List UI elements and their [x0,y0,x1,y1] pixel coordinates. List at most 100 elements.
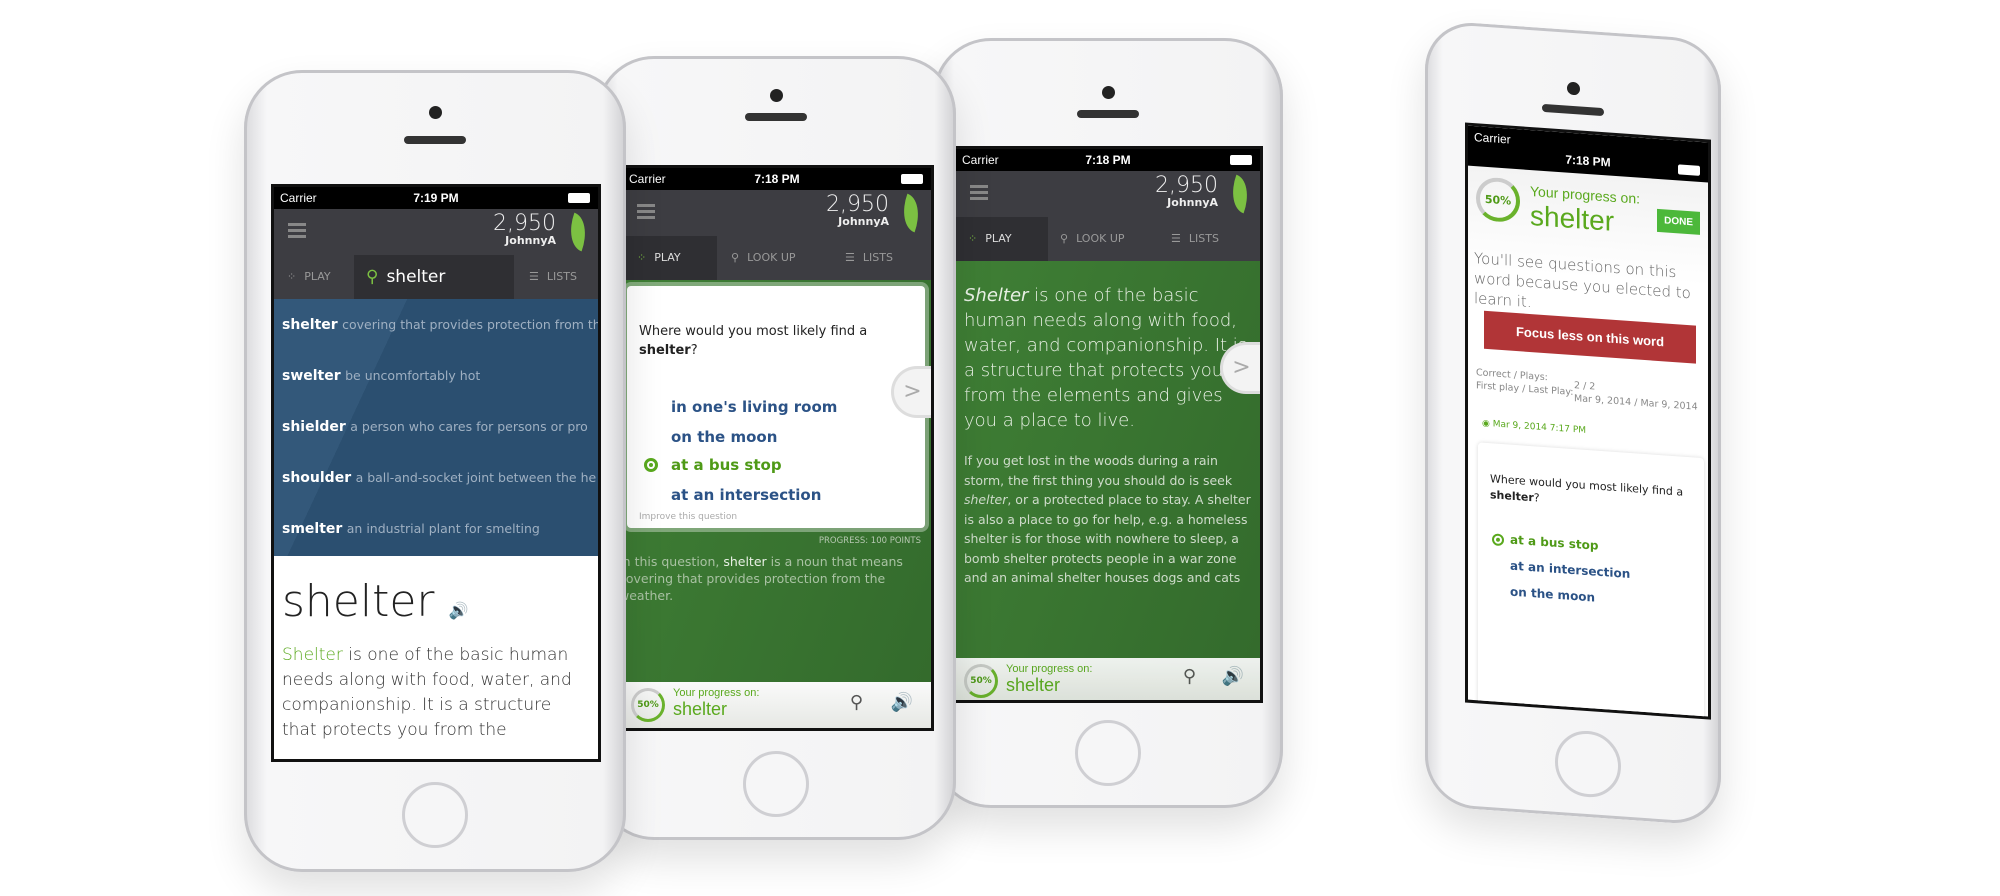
tab-lists[interactable]: ☰ LISTS [845,236,893,280]
header: 2,950 JohnnyA [274,209,598,255]
explanation-pre: In this question, [620,554,724,569]
score-value: 2,950 [1155,173,1218,198]
answer-option[interactable]: on the moon [671,428,777,446]
clock: 7:19 PM [413,191,459,205]
question-pre: Where would you most likely find a [639,324,868,339]
tab-lists[interactable]: ☰ LISTS [529,255,577,299]
question-word: shelter [639,343,691,358]
camera [429,106,442,119]
list-icon: ☰ [529,270,539,283]
answer-option[interactable]: at an intersection [671,486,821,504]
score: 2,950 JohnnyA [493,213,556,247]
result-word: swelter [282,368,341,384]
tab-play[interactable]: ⁘ PLAY [287,255,331,299]
username: JohnnyA [505,234,556,247]
search-results: shelter covering that provides protectio… [274,299,598,556]
search-result-row[interactable]: shoulder a ball-and-socket joint between… [274,452,598,503]
carrier: Carrier [1474,130,1511,147]
question-post: ? [690,343,698,358]
play-icon: ⁘ [968,232,978,245]
score: 2,950 JohnnyA [1155,175,1218,209]
question-post: ? [1533,491,1540,505]
search-result-row[interactable]: shelter covering that provides protectio… [274,299,598,350]
menu-icon[interactable] [970,185,988,201]
status-bar: Carrier 7:18 PM [623,168,931,190]
tab-bar: ⁘ PLAY ⚲ LOOK UP ☰ LISTS [623,236,931,280]
improve-link[interactable]: Improve this question [639,512,737,522]
tab-lookup[interactable]: ⚲ LOOK UP [1060,217,1125,261]
speaker-icon[interactable]: 🔊 [1222,666,1244,687]
home-button [402,782,468,848]
explanation-word: shelter [723,554,767,569]
check-icon: ◉ [1482,418,1493,430]
progress-word: shelter [1006,675,1061,695]
progress-ring: 50% [1476,176,1520,224]
menu-icon[interactable] [637,204,655,220]
tab-play[interactable]: ⁘ PLAY [956,217,1048,261]
result-word: shielder [282,419,346,435]
search-icon[interactable]: ⚲ [1183,666,1196,687]
history-date: ◉ Mar 9, 2014 7:17 PM [1482,419,1586,436]
leaf-icon [895,193,927,233]
lead-text: is one of the basic human needs along wi… [964,285,1248,431]
lead-paragraph: Shelter is one of the basic human needs … [964,283,1252,433]
battery-icon [1678,164,1700,176]
history-question-card: Where would you most likely find a shelt… [1478,442,1704,720]
progress-label: Your progress on: [1006,663,1093,675]
question-word: shelter [1490,488,1534,505]
speaker-icon[interactable]: 🔊 [449,601,469,620]
camera [1567,81,1580,96]
result-definition: a person who cares for persons or pro [350,419,588,434]
answer-option: at an intersection [1510,558,1631,582]
selected-radio-icon [644,458,658,472]
answer-option-correct[interactable]: at a bus stop [671,456,782,474]
leaf-icon [562,212,594,252]
tab-label: PLAY [654,251,681,264]
search-result-row[interactable]: shielder a person who cares for persons … [274,401,598,452]
answer-option[interactable]: in one's living room [671,398,837,416]
username: JohnnyA [838,215,889,228]
tab-label: PLAY [985,232,1012,245]
speaker-grille [1542,103,1604,117]
progress-bar[interactable]: 50% Your progress on: shelter ⚲ 🔊 [956,658,1260,700]
tab-play[interactable]: ⁘ PLAY [623,236,717,280]
tab-lists[interactable]: ☰ LISTS [1171,217,1219,261]
screen: Carrier 7:18 PM 2,950 JohnnyA ⁘ PLAY ⚲ LOOK … [953,146,1263,703]
camera [1102,86,1115,99]
lead-word: Shelter [964,285,1029,306]
score: 2,950 JohnnyA [826,194,889,228]
search-icon[interactable]: ⚲ [850,692,863,713]
reading-area: Shelter is one of the basic human needs … [956,261,1260,700]
done-button[interactable]: DONE [1657,208,1700,235]
status-bar: Carrier 7:19 PM [274,187,598,209]
speaker-icon[interactable]: 🔊 [891,692,913,713]
screen: Carrier 7:19 PM 2,950 JohnnyA ⁘ PLAY ⚲ shelt… [271,184,601,762]
clock: 7:18 PM [754,172,800,186]
home-button [1075,720,1141,786]
speaker-grille [745,113,807,121]
play-icon: ⁘ [637,251,647,264]
tab-label: PLAY [304,270,331,283]
progress-bar[interactable]: 50% Your progress on: shelter ⚲ 🔊 [623,682,931,728]
play-icon: ⁘ [287,270,297,283]
progress-label: Your progress on: [673,687,760,699]
result-definition: an industrial plant for smelting [346,521,540,536]
battery-icon [568,193,590,203]
phone-quiz: Carrier 7:18 PM 2,950 JohnnyA ⁘ PLAY ⚲ LOOK … [596,56,956,840]
selected-radio-icon [1492,533,1504,547]
tab-lookup[interactable]: ⚲ LOOK UP [731,236,796,280]
camera [770,89,783,102]
search-result-row[interactable]: swelter be uncomfortably hot [274,350,598,401]
speaker-grille [404,136,466,144]
question-text: Where would you most likely find a shelt… [1490,471,1690,517]
header: 2,950 JohnnyA [623,190,931,236]
result-word: shoulder [282,470,352,486]
phone-reading: Carrier 7:18 PM 2,950 JohnnyA ⁘ PLAY ⚲ LOOK … [933,38,1283,808]
menu-icon[interactable] [288,223,306,239]
explanation: In this question, shelter is a noun that… [620,553,909,604]
score-value: 2,950 [493,211,556,236]
search-input[interactable]: ⚲ shelter [354,255,514,299]
body-paragraph: If you get lost in the woods during a ra… [964,451,1252,588]
search-result-row[interactable]: smelter an industrial plant for smelting [274,503,598,554]
question-card: Where would you most likely find a shelt… [627,286,925,528]
